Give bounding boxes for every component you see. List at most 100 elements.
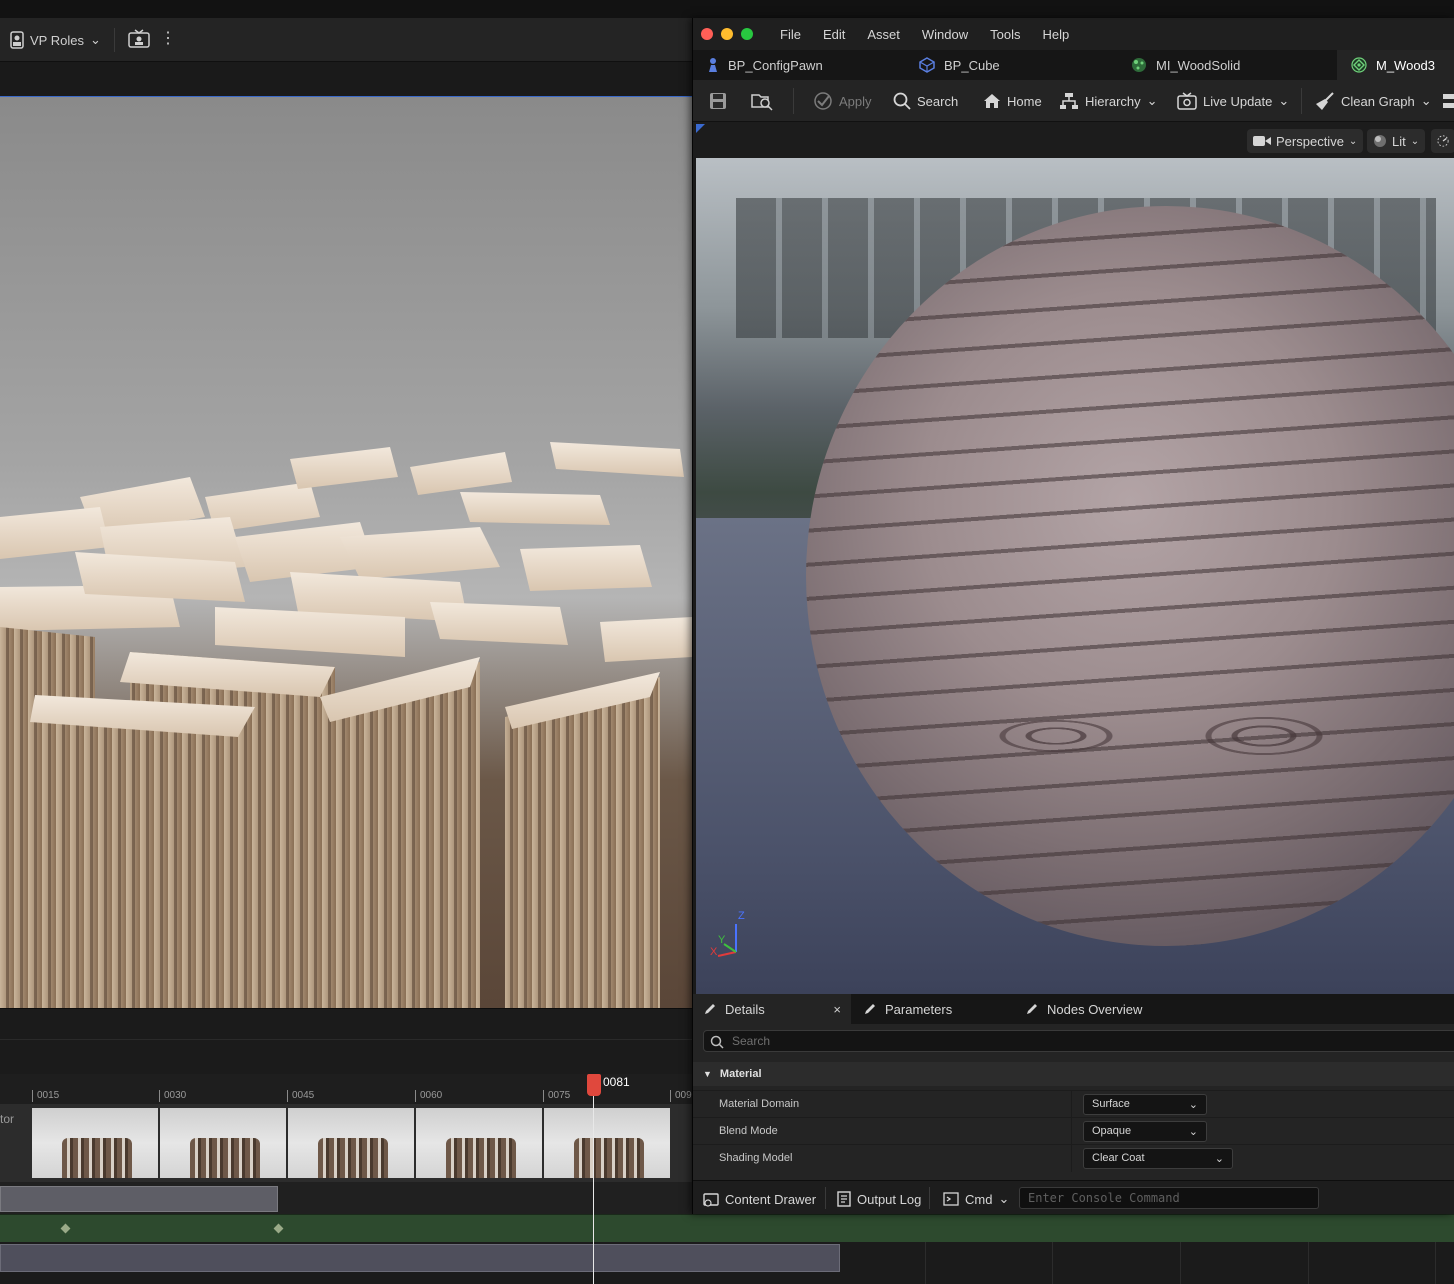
browse-icon (751, 94, 773, 111)
property-row: Material Domain Surface ⌄ (693, 1090, 1454, 1118)
menu-bar: File Edit Asset Window Tools Help (769, 25, 1080, 44)
material-domain-combo[interactable]: Surface ⌄ (1083, 1094, 1207, 1115)
pencil-icon (705, 1004, 715, 1014)
tab-mi-woodsolid[interactable]: MI_WoodSolid (1117, 50, 1327, 80)
content-drawer-icon (703, 1193, 719, 1207)
playhead-handle[interactable] (587, 1074, 601, 1096)
chevron-down-icon: ⌄ (1188, 1099, 1198, 1111)
level-viewport[interactable] (0, 96, 692, 1008)
search-label: Search (917, 93, 959, 109)
ruler-tick: 009 (670, 1090, 692, 1102)
more-options-icon[interactable]: ⋮ (160, 28, 176, 48)
perspective-label: Perspective (1276, 133, 1344, 149)
menu-asset[interactable]: Asset (856, 25, 911, 44)
level-editor-toolbar: VP Roles ⌄ ⋮ (0, 18, 700, 62)
console-command-input[interactable]: Enter Console Command (1019, 1187, 1319, 1209)
viewport-corner-icon (696, 124, 705, 133)
output-log-button[interactable]: Output Log (837, 1188, 921, 1210)
level-editor-subbar (0, 62, 700, 96)
clean-graph-dropdown[interactable]: Clean Graph ⌄ (1315, 89, 1432, 113)
blend-mode-combo[interactable]: Opaque ⌄ (1083, 1121, 1207, 1142)
view-mode-dropdown[interactable]: Lit ⌄ (1367, 129, 1426, 153)
category-material[interactable]: ▼ Material (693, 1062, 1454, 1086)
menu-window[interactable]: Window (911, 25, 979, 44)
chevron-down-icon: ⌄ (1146, 93, 1158, 108)
tab-parameters[interactable]: Parameters (853, 994, 1013, 1024)
ruler-tick: 0075 (543, 1090, 570, 1102)
save-button[interactable] (709, 89, 727, 113)
property-label: Blend Mode (719, 1125, 778, 1137)
clean-graph-label: Clean Graph (1341, 93, 1415, 109)
home-button[interactable]: Home (983, 89, 1042, 113)
tab-label: BP_Cube (944, 57, 1000, 73)
lit-label: Lit (1392, 133, 1406, 149)
vp-roles-dropdown[interactable]: VP Roles ⌄ (10, 28, 101, 52)
apply-button[interactable]: Apply (813, 89, 872, 113)
viewport-performance-icon[interactable] (1431, 129, 1454, 153)
menu-edit[interactable]: Edit (812, 25, 856, 44)
cmd-label: Cmd (965, 1191, 993, 1207)
combo-value: Opaque (1092, 1125, 1132, 1137)
material-preview-viewport[interactable]: Z Y X (696, 158, 1454, 994)
tab-details[interactable]: Details × (693, 994, 851, 1024)
apply-label: Apply (839, 93, 872, 109)
close-window-button[interactable] (701, 28, 713, 40)
track-thumbnail (416, 1108, 542, 1178)
cmd-dropdown[interactable]: Cmd ⌄ (943, 1188, 1009, 1210)
parameters-label: Parameters (885, 1001, 953, 1017)
details-search-input[interactable]: Search (703, 1030, 1454, 1052)
keyframe-marker[interactable] (273, 1223, 284, 1234)
tab-bp-cube[interactable]: BP_Cube (905, 50, 1115, 80)
browse-button[interactable] (751, 89, 773, 113)
ruler-tick: 0015 (32, 1090, 59, 1102)
preview-sphere (806, 206, 1454, 946)
camera-icon (1253, 136, 1271, 146)
hierarchy-dropdown[interactable]: Hierarchy ⌄ (1059, 89, 1158, 113)
axis-y-label: Y (718, 934, 726, 946)
content-drawer-button[interactable]: Content Drawer (703, 1188, 816, 1210)
more-tools-icon[interactable] (1441, 89, 1454, 113)
section-bar[interactable] (0, 1186, 278, 1212)
perspective-dropdown[interactable]: Perspective ⌄ (1247, 129, 1364, 153)
property-label: Shading Model (719, 1152, 793, 1164)
nodes-overview-label: Nodes Overview (1047, 1001, 1143, 1017)
camera-track-thumbnails[interactable] (0, 1104, 692, 1182)
chevron-down-icon: ⌄ (1348, 135, 1358, 147)
maximize-window-button[interactable] (741, 28, 753, 40)
pencil-icon (865, 1004, 875, 1014)
virtual-production-icon[interactable] (128, 29, 150, 52)
chevron-down-icon: ⌄ (89, 32, 101, 47)
home-icon (984, 94, 1000, 108)
search-button[interactable]: Search (893, 89, 958, 113)
shot-track (0, 1242, 1454, 1284)
keyframe-track (0, 1214, 1454, 1242)
shading-model-combo[interactable]: Clear Coat ⌄ (1083, 1148, 1233, 1169)
tab-bp-configpawn[interactable]: BP_ConfigPawn (693, 50, 903, 80)
menu-file[interactable]: File (769, 25, 812, 44)
shot-section-bar[interactable] (0, 1244, 840, 1272)
section-track (0, 1182, 692, 1214)
keyframe-marker[interactable] (60, 1223, 71, 1234)
tab-nodes-overview[interactable]: Nodes Overview (1015, 994, 1215, 1024)
wood-blocks-scene (0, 442, 692, 1008)
live-update-dropdown[interactable]: Live Update ⌄ (1177, 89, 1289, 113)
material-instance-icon (1132, 58, 1146, 72)
minimize-window-button[interactable] (721, 28, 733, 40)
live-update-label: Live Update (1203, 93, 1273, 109)
playhead-line[interactable] (593, 1096, 594, 1284)
close-icon[interactable]: × (833, 1002, 841, 1017)
chevron-down-icon: ⌄ (1420, 93, 1432, 108)
pawn-icon (709, 58, 717, 72)
blueprint-icon (919, 57, 935, 73)
menu-help[interactable]: Help (1031, 25, 1080, 44)
pencil-icon (1027, 1004, 1037, 1014)
track-thumbnail (160, 1108, 286, 1178)
viewport-toolbar: Perspective ⌄ Lit ⌄ (693, 122, 1454, 158)
tab-m-wood3[interactable]: M_Wood3 (1337, 50, 1454, 80)
broom-icon (1316, 92, 1334, 110)
desktop-top-strip (0, 0, 1454, 18)
menu-tools[interactable]: Tools (979, 25, 1031, 44)
combo-value: Surface (1092, 1098, 1130, 1110)
tab-label: M_Wood3 (1376, 57, 1436, 73)
terminal-icon (943, 1192, 959, 1206)
